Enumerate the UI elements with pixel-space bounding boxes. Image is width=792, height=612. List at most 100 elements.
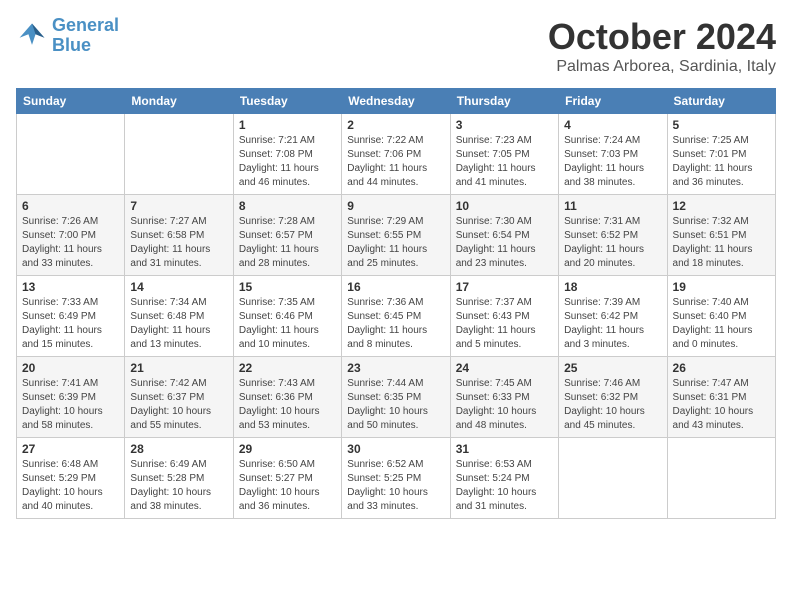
day-info: Sunrise: 7:30 AMSunset: 6:54 PMDaylight:… xyxy=(456,215,553,271)
day-info: Sunrise: 7:44 AMSunset: 6:35 PMDaylight:… xyxy=(347,377,444,433)
weekday-header: Saturday xyxy=(667,89,775,114)
calendar-cell: 17 Sunrise: 7:37 AMSunset: 6:43 PMDayligh… xyxy=(450,276,558,357)
day-info: Sunrise: 7:47 AMSunset: 6:31 PMDaylight:… xyxy=(673,377,770,433)
calendar-cell xyxy=(17,114,125,195)
calendar-cell: 19Sunrise: 7:40 AMSunset: 6:40 PMDayligh… xyxy=(667,276,775,357)
calendar-cell: 4 Sunrise: 7:24 AMSunset: 7:03 PMDaylight… xyxy=(559,114,667,195)
day-number: 26 xyxy=(673,361,770,375)
day-info: Sunrise: 7:29 AMSunset: 6:55 PMDaylight:… xyxy=(347,215,444,271)
calendar-cell xyxy=(559,438,667,519)
day-number: 16 xyxy=(347,280,444,294)
day-info: Sunrise: 7:33 AMSunset: 6:49 PMDaylight:… xyxy=(22,296,119,352)
calendar-cell: 8 Sunrise: 7:28 AMSunset: 6:57 PMDaylight… xyxy=(233,195,341,276)
calendar-cell: 3 Sunrise: 7:23 AMSunset: 7:05 PMDaylight… xyxy=(450,114,558,195)
day-number: 17 xyxy=(456,280,553,294)
day-info: Sunrise: 7:41 AMSunset: 6:39 PMDaylight:… xyxy=(22,377,119,433)
calendar-cell xyxy=(667,438,775,519)
day-number: 3 xyxy=(456,118,553,132)
calendar-cell: 16 Sunrise: 7:36 AMSunset: 6:45 PMDayligh… xyxy=(342,276,450,357)
page-header: General Blue October 2024 Palmas Arborea… xyxy=(16,16,776,76)
day-number: 27 xyxy=(22,442,119,456)
day-number: 11 xyxy=(564,199,661,213)
calendar-cell: 23Sunrise: 7:44 AMSunset: 6:35 PMDayligh… xyxy=(342,357,450,438)
calendar-cell: 31Sunrise: 6:53 AMSunset: 5:24 PMDayligh… xyxy=(450,438,558,519)
day-number: 28 xyxy=(130,442,227,456)
calendar-cell xyxy=(125,114,233,195)
calendar-cell: 13Sunrise: 7:33 AMSunset: 6:49 PMDayligh… xyxy=(17,276,125,357)
day-info: Sunrise: 7:22 AMSunset: 7:06 PMDaylight:… xyxy=(347,134,444,190)
day-info: Sunrise: 7:27 AMSunset: 6:58 PMDaylight:… xyxy=(130,215,227,271)
calendar-cell: 30 Sunrise: 6:52 AMSunset: 5:25 PMDayligh… xyxy=(342,438,450,519)
calendar-cell: 18 Sunrise: 7:39 AMSunset: 6:42 PMDayligh… xyxy=(559,276,667,357)
day-number: 10 xyxy=(456,199,553,213)
calendar-cell: 20 Sunrise: 7:41 AMSunset: 6:39 PMDayligh… xyxy=(17,357,125,438)
calendar-cell: 5 Sunrise: 7:25 AMSunset: 7:01 PMDaylight… xyxy=(667,114,775,195)
calendar-cell: 11Sunrise: 7:31 AMSunset: 6:52 PMDayligh… xyxy=(559,195,667,276)
location-subtitle: Palmas Arborea, Sardinia, Italy xyxy=(548,58,776,76)
day-number: 12 xyxy=(673,199,770,213)
weekday-header: Thursday xyxy=(450,89,558,114)
day-info: Sunrise: 7:28 AMSunset: 6:57 PMDaylight:… xyxy=(239,215,336,271)
day-number: 7 xyxy=(130,199,227,213)
logo-icon xyxy=(16,20,48,52)
day-info: Sunrise: 7:46 AMSunset: 6:32 PMDaylight:… xyxy=(564,377,661,433)
calendar-cell: 9 Sunrise: 7:29 AMSunset: 6:55 PMDaylight… xyxy=(342,195,450,276)
day-info: Sunrise: 7:34 AMSunset: 6:48 PMDaylight:… xyxy=(130,296,227,352)
weekday-header: Sunday xyxy=(17,89,125,114)
logo-line2: Blue xyxy=(52,35,91,55)
calendar-week-row: 6 Sunrise: 7:26 AMSunset: 7:00 PMDaylight… xyxy=(17,195,776,276)
day-info: Sunrise: 7:37 AMSunset: 6:43 PMDaylight:… xyxy=(456,296,553,352)
day-info: Sunrise: 7:40 AMSunset: 6:40 PMDaylight:… xyxy=(673,296,770,352)
day-number: 8 xyxy=(239,199,336,213)
day-info: Sunrise: 7:32 AMSunset: 6:51 PMDaylight:… xyxy=(673,215,770,271)
day-number: 4 xyxy=(564,118,661,132)
calendar-week-row: 20 Sunrise: 7:41 AMSunset: 6:39 PMDayligh… xyxy=(17,357,776,438)
day-info: Sunrise: 6:52 AMSunset: 5:25 PMDaylight:… xyxy=(347,458,444,514)
day-number: 25 xyxy=(564,361,661,375)
day-info: Sunrise: 7:24 AMSunset: 7:03 PMDaylight:… xyxy=(564,134,661,190)
calendar-cell: 7 Sunrise: 7:27 AMSunset: 6:58 PMDaylight… xyxy=(125,195,233,276)
calendar-table: SundayMondayTuesdayWednesdayThursdayFrid… xyxy=(16,88,776,519)
day-info: Sunrise: 7:23 AMSunset: 7:05 PMDaylight:… xyxy=(456,134,553,190)
calendar-cell: 22Sunrise: 7:43 AMSunset: 6:36 PMDayligh… xyxy=(233,357,341,438)
day-number: 24 xyxy=(456,361,553,375)
weekday-header: Friday xyxy=(559,89,667,114)
calendar-cell: 15Sunrise: 7:35 AMSunset: 6:46 PMDayligh… xyxy=(233,276,341,357)
day-info: Sunrise: 6:53 AMSunset: 5:24 PMDaylight:… xyxy=(456,458,553,514)
logo-line1: General xyxy=(52,15,119,35)
calendar-cell: 10 Sunrise: 7:30 AMSunset: 6:54 PMDayligh… xyxy=(450,195,558,276)
calendar-week-row: 13Sunrise: 7:33 AMSunset: 6:49 PMDayligh… xyxy=(17,276,776,357)
calendar-cell: 2Sunrise: 7:22 AMSunset: 7:06 PMDaylight… xyxy=(342,114,450,195)
logo-text: General Blue xyxy=(52,16,119,56)
logo: General Blue xyxy=(16,16,119,56)
day-info: Sunrise: 7:45 AMSunset: 6:33 PMDaylight:… xyxy=(456,377,553,433)
weekday-header: Monday xyxy=(125,89,233,114)
calendar-cell: 26 Sunrise: 7:47 AMSunset: 6:31 PMDayligh… xyxy=(667,357,775,438)
day-info: Sunrise: 7:39 AMSunset: 6:42 PMDaylight:… xyxy=(564,296,661,352)
day-info: Sunrise: 6:48 AMSunset: 5:29 PMDaylight:… xyxy=(22,458,119,514)
calendar-cell: 27 Sunrise: 6:48 AMSunset: 5:29 PMDayligh… xyxy=(17,438,125,519)
day-number: 18 xyxy=(564,280,661,294)
calendar-cell: 29Sunrise: 6:50 AMSunset: 5:27 PMDayligh… xyxy=(233,438,341,519)
calendar-cell: 1Sunrise: 7:21 AMSunset: 7:08 PMDaylight… xyxy=(233,114,341,195)
title-block: October 2024 Palmas Arborea, Sardinia, I… xyxy=(548,16,776,76)
day-number: 14 xyxy=(130,280,227,294)
day-number: 30 xyxy=(347,442,444,456)
day-info: Sunrise: 7:25 AMSunset: 7:01 PMDaylight:… xyxy=(673,134,770,190)
weekday-header-row: SundayMondayTuesdayWednesdayThursdayFrid… xyxy=(17,89,776,114)
calendar-cell: 21Sunrise: 7:42 AMSunset: 6:37 PMDayligh… xyxy=(125,357,233,438)
day-number: 20 xyxy=(22,361,119,375)
month-title: October 2024 xyxy=(548,16,776,58)
day-info: Sunrise: 7:36 AMSunset: 6:45 PMDaylight:… xyxy=(347,296,444,352)
day-number: 15 xyxy=(239,280,336,294)
day-number: 21 xyxy=(130,361,227,375)
calendar-cell: 12 Sunrise: 7:32 AMSunset: 6:51 PMDayligh… xyxy=(667,195,775,276)
day-number: 6 xyxy=(22,199,119,213)
day-number: 29 xyxy=(239,442,336,456)
calendar-cell: 14 Sunrise: 7:34 AMSunset: 6:48 PMDayligh… xyxy=(125,276,233,357)
day-number: 1 xyxy=(239,118,336,132)
day-number: 5 xyxy=(673,118,770,132)
day-info: Sunrise: 7:26 AMSunset: 7:00 PMDaylight:… xyxy=(22,215,119,271)
day-number: 9 xyxy=(347,199,444,213)
calendar-cell: 28Sunrise: 6:49 AMSunset: 5:28 PMDayligh… xyxy=(125,438,233,519)
